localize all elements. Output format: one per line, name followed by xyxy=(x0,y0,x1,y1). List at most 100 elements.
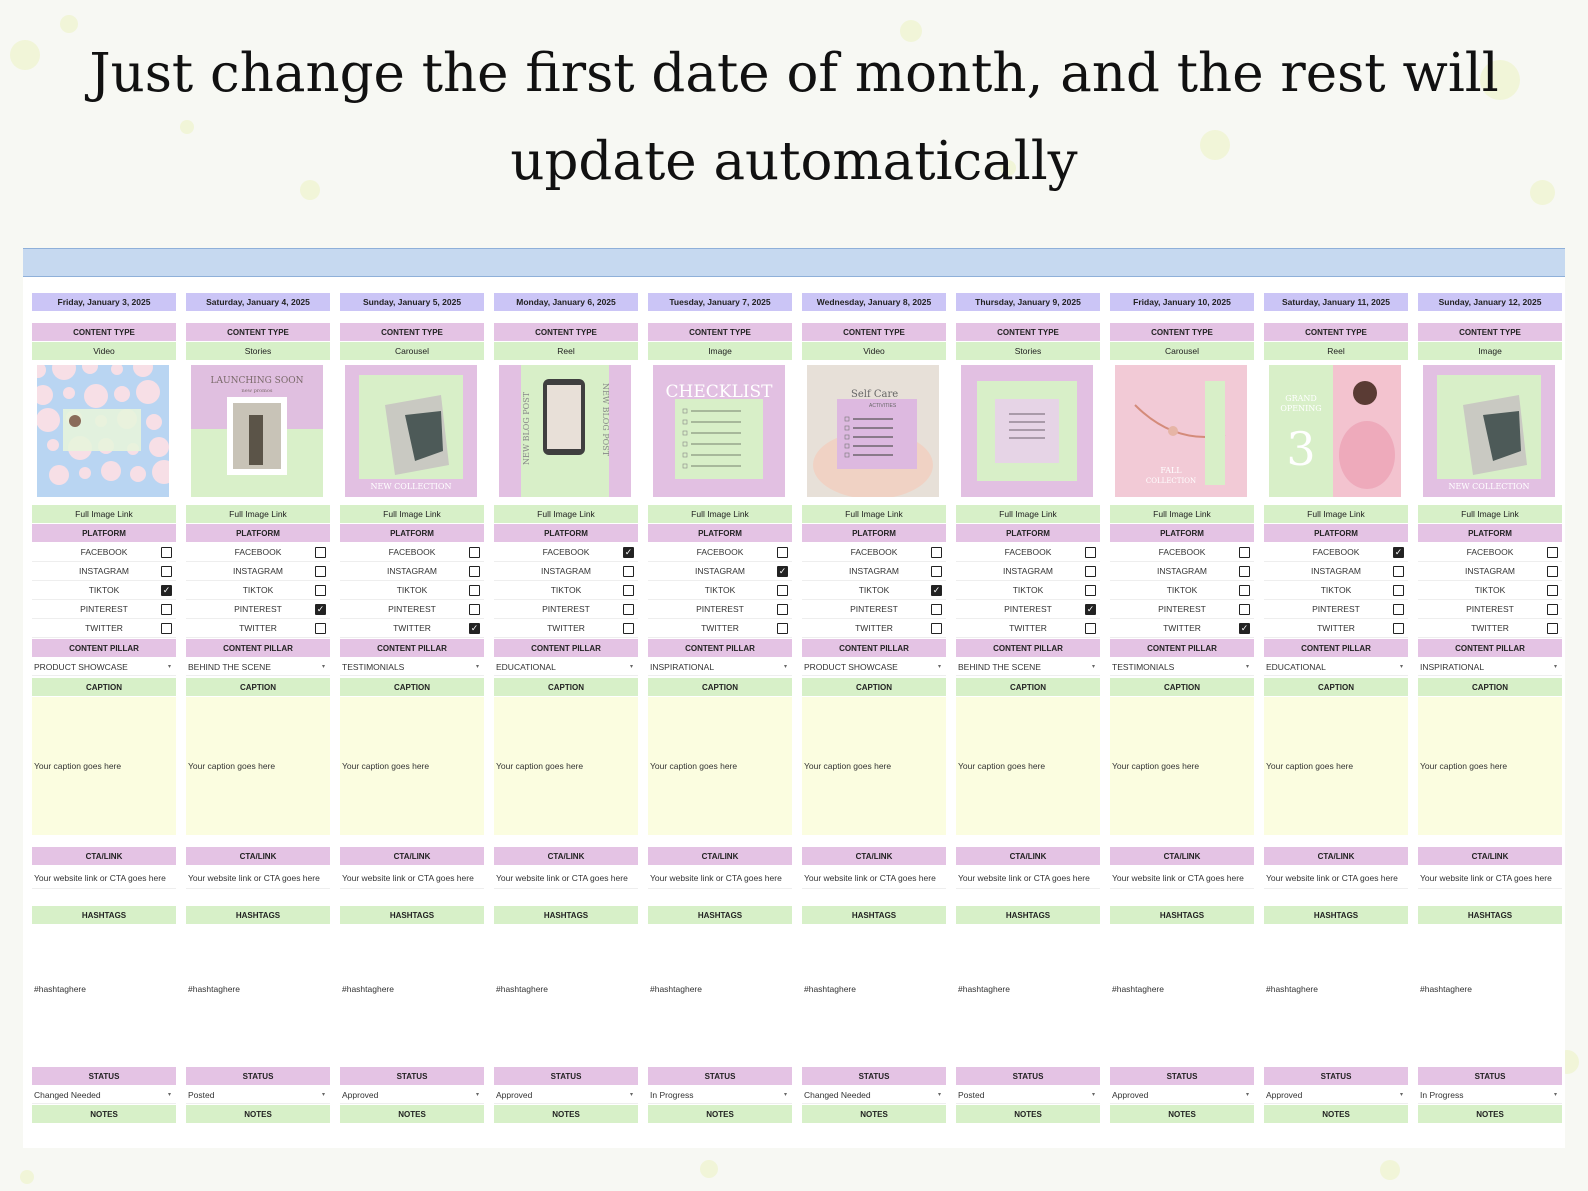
status-dropdown[interactable]: Approved ▾ xyxy=(340,1086,484,1104)
content-pillar-dropdown[interactable]: BEHIND THE SCENE ▾ xyxy=(186,658,330,676)
platform-checkbox[interactable] xyxy=(1239,547,1250,558)
status-dropdown[interactable]: Approved ▾ xyxy=(1264,1086,1408,1104)
content-pillar-dropdown[interactable]: INSPIRATIONAL ▾ xyxy=(648,658,792,676)
cta-link-field[interactable]: Your website link or CTA goes here xyxy=(494,867,638,889)
platform-checkbox[interactable] xyxy=(1393,585,1404,596)
full-image-link[interactable]: Full Image Link xyxy=(956,505,1100,523)
content-type-value[interactable]: Video xyxy=(802,342,946,360)
content-type-value[interactable]: Video xyxy=(32,342,176,360)
platform-checkbox[interactable] xyxy=(315,585,326,596)
platform-checkbox[interactable] xyxy=(1239,585,1250,596)
platform-checkbox[interactable] xyxy=(777,604,788,615)
platform-checkbox[interactable]: ✓ xyxy=(1239,623,1250,634)
full-image-link[interactable]: Full Image Link xyxy=(32,505,176,523)
hashtags-field[interactable]: #hashtaghere xyxy=(802,925,946,1053)
platform-checkbox[interactable] xyxy=(1547,623,1558,634)
caption-field[interactable]: Your caption goes here xyxy=(648,697,792,835)
platform-checkbox[interactable] xyxy=(931,604,942,615)
hashtags-field[interactable]: #hashtaghere xyxy=(186,925,330,1053)
content-type-value[interactable]: Reel xyxy=(1264,342,1408,360)
full-image-link[interactable]: Full Image Link xyxy=(648,505,792,523)
platform-checkbox[interactable] xyxy=(1393,566,1404,577)
platform-checkbox[interactable] xyxy=(469,547,480,558)
status-dropdown[interactable]: Changed Needed ▾ xyxy=(32,1086,176,1104)
content-type-value[interactable]: Stories xyxy=(956,342,1100,360)
hashtags-field[interactable]: #hashtaghere xyxy=(494,925,638,1053)
content-type-value[interactable]: Image xyxy=(648,342,792,360)
caption-field[interactable]: Your caption goes here xyxy=(1418,697,1562,835)
platform-checkbox[interactable] xyxy=(161,604,172,615)
platform-checkbox[interactable]: ✓ xyxy=(1085,604,1096,615)
platform-checkbox[interactable] xyxy=(1393,623,1404,634)
platform-checkbox[interactable]: ✓ xyxy=(623,547,634,558)
platform-checkbox[interactable] xyxy=(1547,566,1558,577)
cta-link-field[interactable]: Your website link or CTA goes here xyxy=(802,867,946,889)
cta-link-field[interactable]: Your website link or CTA goes here xyxy=(186,867,330,889)
hashtags-field[interactable]: #hashtaghere xyxy=(648,925,792,1053)
full-image-link[interactable]: Full Image Link xyxy=(1264,505,1408,523)
hashtags-field[interactable]: #hashtaghere xyxy=(956,925,1100,1053)
content-type-value[interactable]: Stories xyxy=(186,342,330,360)
caption-field[interactable]: Your caption goes here xyxy=(494,697,638,835)
cta-link-field[interactable]: Your website link or CTA goes here xyxy=(1264,867,1408,889)
caption-field[interactable]: Your caption goes here xyxy=(1110,697,1254,835)
platform-checkbox[interactable] xyxy=(315,566,326,577)
hashtags-field[interactable]: #hashtaghere xyxy=(1418,925,1562,1053)
platform-checkbox[interactable] xyxy=(931,623,942,634)
content-pillar-dropdown[interactable]: EDUCATIONAL ▾ xyxy=(494,658,638,676)
caption-field[interactable]: Your caption goes here xyxy=(340,697,484,835)
platform-checkbox[interactable] xyxy=(1547,585,1558,596)
platform-checkbox[interactable] xyxy=(1393,604,1404,615)
platform-checkbox[interactable] xyxy=(623,623,634,634)
platform-checkbox[interactable] xyxy=(777,547,788,558)
caption-field[interactable]: Your caption goes here xyxy=(32,697,176,835)
content-type-value[interactable]: Carousel xyxy=(1110,342,1254,360)
cta-link-field[interactable]: Your website link or CTA goes here xyxy=(340,867,484,889)
full-image-link[interactable]: Full Image Link xyxy=(802,505,946,523)
platform-checkbox[interactable] xyxy=(315,547,326,558)
full-image-link[interactable]: Full Image Link xyxy=(1110,505,1254,523)
caption-field[interactable]: Your caption goes here xyxy=(186,697,330,835)
status-dropdown[interactable]: In Progress ▾ xyxy=(648,1086,792,1104)
hashtags-field[interactable]: #hashtaghere xyxy=(1110,925,1254,1053)
platform-checkbox[interactable]: ✓ xyxy=(1393,547,1404,558)
cta-link-field[interactable]: Your website link or CTA goes here xyxy=(956,867,1100,889)
platform-checkbox[interactable] xyxy=(777,585,788,596)
status-dropdown[interactable]: Approved ▾ xyxy=(494,1086,638,1104)
status-dropdown[interactable]: Approved ▾ xyxy=(1110,1086,1254,1104)
platform-checkbox[interactable] xyxy=(777,623,788,634)
platform-checkbox[interactable] xyxy=(623,566,634,577)
caption-field[interactable]: Your caption goes here xyxy=(802,697,946,835)
platform-checkbox[interactable]: ✓ xyxy=(469,623,480,634)
platform-checkbox[interactable] xyxy=(1085,623,1096,634)
platform-checkbox[interactable]: ✓ xyxy=(161,585,172,596)
status-dropdown[interactable]: Posted ▾ xyxy=(956,1086,1100,1104)
platform-checkbox[interactable] xyxy=(1547,547,1558,558)
platform-checkbox[interactable] xyxy=(623,604,634,615)
content-type-value[interactable]: Reel xyxy=(494,342,638,360)
hashtags-field[interactable]: #hashtaghere xyxy=(32,925,176,1053)
platform-checkbox[interactable] xyxy=(1085,566,1096,577)
platform-checkbox[interactable] xyxy=(161,623,172,634)
status-dropdown[interactable]: Posted ▾ xyxy=(186,1086,330,1104)
platform-checkbox[interactable] xyxy=(469,604,480,615)
full-image-link[interactable]: Full Image Link xyxy=(340,505,484,523)
content-pillar-dropdown[interactable]: PRODUCT SHOWCASE ▾ xyxy=(802,658,946,676)
platform-checkbox[interactable] xyxy=(1239,566,1250,577)
platform-checkbox[interactable] xyxy=(315,623,326,634)
content-type-value[interactable]: Image xyxy=(1418,342,1562,360)
full-image-link[interactable]: Full Image Link xyxy=(1418,505,1562,523)
content-pillar-dropdown[interactable]: INSPIRATIONAL ▾ xyxy=(1418,658,1562,676)
platform-checkbox[interactable]: ✓ xyxy=(777,566,788,577)
content-pillar-dropdown[interactable]: BEHIND THE SCENE ▾ xyxy=(956,658,1100,676)
content-type-value[interactable]: Carousel xyxy=(340,342,484,360)
hashtags-field[interactable]: #hashtaghere xyxy=(1264,925,1408,1053)
platform-checkbox[interactable] xyxy=(161,547,172,558)
content-pillar-dropdown[interactable]: TESTIMONIALS ▾ xyxy=(340,658,484,676)
platform-checkbox[interactable] xyxy=(161,566,172,577)
full-image-link[interactable]: Full Image Link xyxy=(494,505,638,523)
content-pillar-dropdown[interactable]: TESTIMONIALS ▾ xyxy=(1110,658,1254,676)
cta-link-field[interactable]: Your website link or CTA goes here xyxy=(1418,867,1562,889)
content-pillar-dropdown[interactable]: PRODUCT SHOWCASE ▾ xyxy=(32,658,176,676)
platform-checkbox[interactable]: ✓ xyxy=(315,604,326,615)
